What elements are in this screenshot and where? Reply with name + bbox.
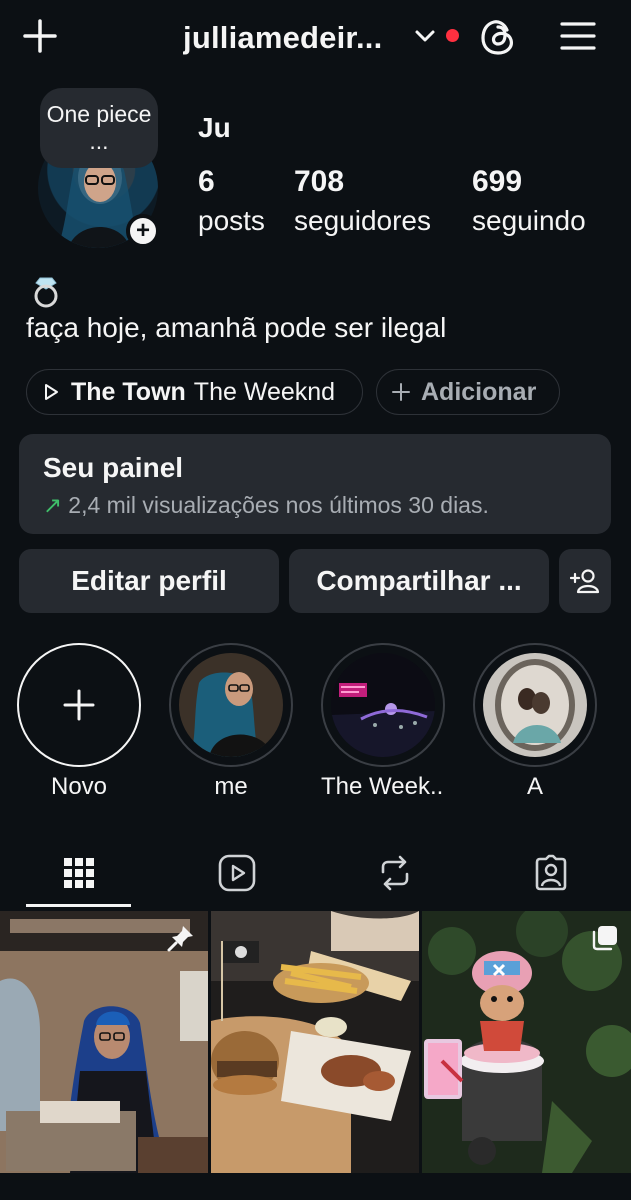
add-story-plus-icon[interactable]: + [126,214,160,248]
dashboard-subtitle: ↗ 2,4 mil visualizações nos últimos 30 di… [43,492,489,519]
highlight-label: me [214,773,248,800]
professional-dashboard-card[interactable]: Seu painel ↗ 2,4 mil visualizações nos úl… [19,434,611,534]
username-title[interactable]: julliamedeir... [183,16,408,60]
active-tab-indicator [26,904,131,907]
add-link-label: Adicionar [421,377,537,406]
song-artist: The Weeknd [193,377,336,406]
pin-icon [167,926,193,952]
stat-following-label: seguindo [472,205,586,236]
highlight-cover [179,653,283,757]
discover-people-button[interactable] [559,549,611,613]
menu-icon[interactable] [558,18,598,54]
stat-followers-value: 708 [294,165,345,198]
dashboard-title: Seu painel [43,452,184,483]
share-profile-button[interactable]: Compartilhar ... [289,549,549,613]
tab-reels[interactable] [184,838,289,908]
highlight-cover [331,653,435,757]
highlight-item[interactable]: me [169,643,293,801]
stat-following-value: 699 [472,165,523,198]
highlight-item[interactable]: A [473,643,597,801]
tab-tagged[interactable] [498,838,603,908]
highlight-ring [169,643,293,767]
highlight-new[interactable]: Novo [17,643,141,801]
highlight-item[interactable]: The Week... [321,643,445,801]
post-thumbnail[interactable] [211,911,419,1173]
threads-icon[interactable] [478,16,518,58]
ring-icon [30,275,62,314]
bio-text: faça hoje, amanhã pode ser ilegal [26,312,447,343]
play-icon [45,384,58,400]
add-person-icon [570,569,600,594]
stat-followers[interactable]: 708 seguidores [294,163,431,241]
top-bar: julliamedeir... [0,0,631,80]
plus-icon [63,689,95,721]
tab-reposts[interactable] [342,838,447,908]
stat-followers-label: seguidores [294,205,431,236]
tab-posts-grid[interactable] [26,838,131,908]
notification-dot [446,29,459,42]
add-link-pill[interactable]: Adicionar [376,369,560,415]
reels-icon [218,854,255,892]
plus-small-icon [392,383,410,401]
bottom-nav-bar [0,1176,631,1200]
highlight-ring [321,643,445,767]
stat-posts[interactable]: 6 posts [198,163,265,241]
highlight-cover [483,653,587,757]
display-name: Ju [198,112,231,143]
note-bubble[interactable]: One piece ... [40,88,158,168]
stat-posts-value: 6 [198,165,215,198]
reposts-icon [381,855,408,891]
stat-posts-label: posts [198,205,265,236]
highlight-label: The Week... [321,773,445,800]
profile-music-pill[interactable]: The Town The Weeknd [26,369,363,415]
tagged-icon [535,854,566,891]
song-title: The Town [71,377,186,406]
edit-profile-button[interactable]: Editar perfil [19,549,279,613]
stat-following[interactable]: 699 seguindo [472,163,586,241]
chevron-down-icon[interactable] [412,25,438,47]
trend-up-icon: ↗ [43,492,63,518]
highlight-label: Novo [50,773,108,800]
grid-icon [63,858,94,888]
post-thumbnail[interactable] [0,911,208,1173]
dashboard-subtitle-text: 2,4 mil visualizações nos últimos 30 dia… [68,492,489,518]
carousel-icon [592,926,617,951]
highlight-new-ring [17,643,141,767]
plus-icon[interactable] [20,16,60,56]
highlight-ring [473,643,597,767]
highlight-label: A [526,773,543,800]
post-thumbnail[interactable] [422,911,631,1173]
